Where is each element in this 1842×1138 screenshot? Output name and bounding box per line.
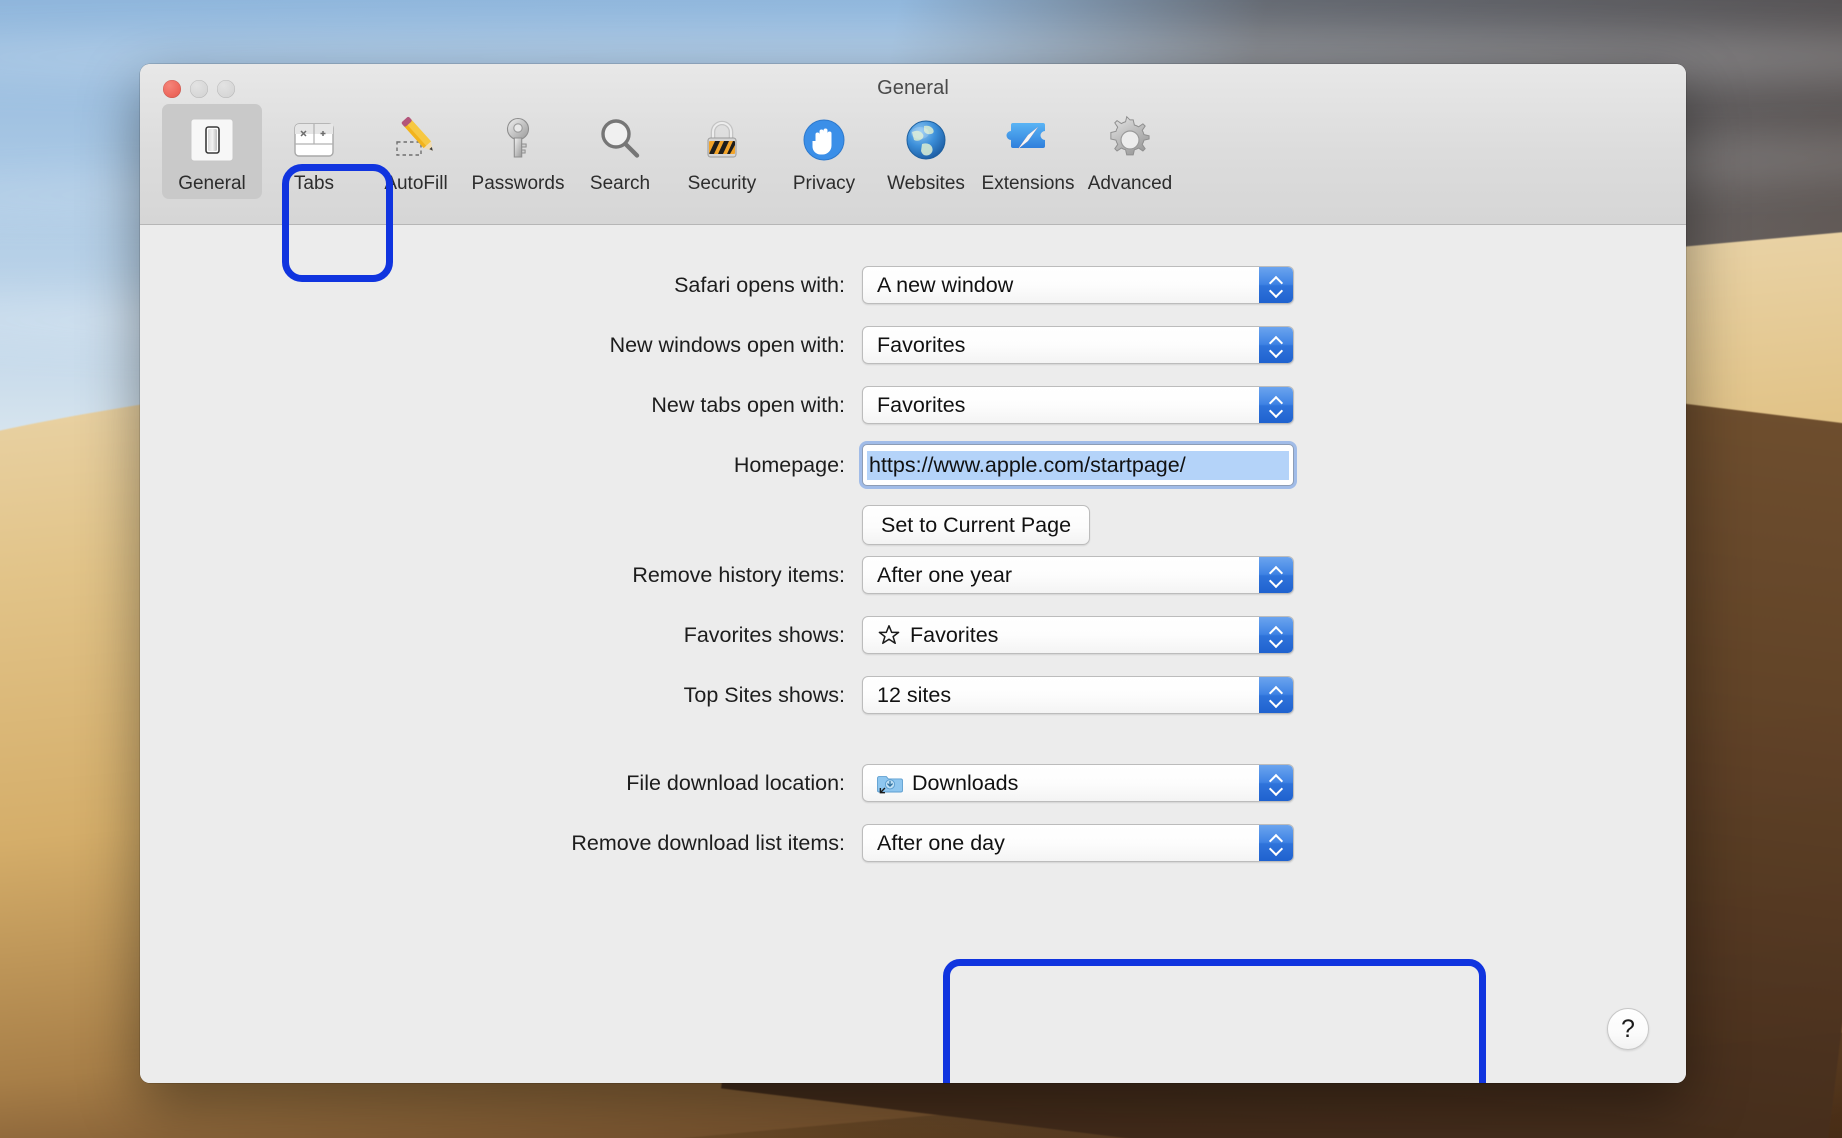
security-icon	[692, 111, 752, 169]
advanced-icon	[1100, 111, 1160, 169]
favorites-shows-popup[interactable]: Favorites	[862, 616, 1294, 654]
file-download-location-label: File download location:	[626, 770, 845, 795]
browsing-settings-group: Remove history items: After one year Fav…	[140, 555, 1686, 715]
new-tabs-open-with-label: New tabs open with:	[651, 392, 845, 417]
tab-privacy[interactable]: Privacy	[774, 104, 874, 199]
chevron-updown-icon[interactable]	[1259, 677, 1293, 713]
star-icon	[878, 625, 900, 645]
preferences-tab-bar: General Tabs AutoFill Passwords Search S…	[162, 104, 1180, 199]
tab-passwords[interactable]: Passwords	[468, 104, 568, 199]
tab-websites-label: Websites	[887, 173, 965, 194]
tab-passwords-label: Passwords	[471, 173, 565, 194]
homepage-value: https://www.apple.com/startpage/	[867, 450, 1289, 480]
autofill-icon	[386, 111, 446, 169]
safari-opens-with-popup[interactable]: A new window	[862, 266, 1294, 304]
chevron-updown-icon[interactable]	[1259, 327, 1293, 363]
file-download-location-value: Downloads	[912, 770, 1019, 795]
row-file-download-location: File download location: Downloads	[140, 763, 1686, 803]
remove-history-items-popup[interactable]: After one year	[862, 556, 1294, 594]
chevron-updown-icon[interactable]	[1259, 557, 1293, 593]
row-top-sites-shows: Top Sites shows: 12 sites	[140, 675, 1686, 715]
safari-opens-with-value: A new window	[877, 272, 1014, 297]
tab-autofill[interactable]: AutoFill	[366, 104, 466, 199]
tab-general-label: General	[178, 173, 246, 194]
favorites-shows-label: Favorites shows:	[683, 622, 845, 647]
row-remove-history-items: Remove history items: After one year	[140, 555, 1686, 595]
new-windows-open-with-value: Favorites	[877, 332, 966, 357]
general-icon	[182, 111, 242, 169]
window-title: General	[877, 77, 949, 99]
remove-history-items-value: After one year	[877, 562, 1013, 587]
privacy-icon	[794, 111, 854, 169]
tab-security-label: Security	[687, 173, 757, 194]
tabs-icon	[284, 111, 344, 169]
tab-tabs[interactable]: Tabs	[264, 104, 364, 199]
row-favorites-shows: Favorites shows: Favorites	[140, 615, 1686, 655]
safari-preferences-window: General General Tabs AutoFill Passwords …	[140, 64, 1686, 1083]
extensions-icon	[998, 111, 1058, 169]
startup-settings-group: Safari opens with: A new window New wind…	[140, 265, 1686, 545]
tab-search[interactable]: Search	[570, 104, 670, 199]
tab-general[interactable]: General	[162, 104, 262, 199]
set-to-current-page-button[interactable]: Set to Current Page	[862, 505, 1091, 545]
tab-extensions-label: Extensions	[981, 173, 1075, 194]
favorites-shows-value: Favorites	[910, 622, 999, 647]
row-set-current-page: Set to Current Page	[140, 505, 1686, 545]
general-preferences-pane: Safari opens with: A new window New wind…	[140, 225, 1686, 1083]
chevron-updown-icon[interactable]	[1259, 617, 1293, 653]
websites-icon	[896, 111, 956, 169]
row-new-tabs-open-with: New tabs open with: Favorites	[140, 385, 1686, 425]
remove-download-list-items-value: After one day	[877, 830, 1005, 855]
tab-autofill-label: AutoFill	[384, 173, 448, 194]
tab-privacy-label: Privacy	[792, 173, 856, 194]
row-remove-download-list-items: Remove download list items: After one da…	[140, 823, 1686, 863]
top-sites-shows-label: Top Sites shows:	[683, 682, 845, 707]
downloads-settings-group: File download location: Downloads Remove…	[140, 763, 1686, 863]
tab-security[interactable]: Security	[672, 104, 772, 199]
new-tabs-open-with-value: Favorites	[877, 392, 966, 417]
passwords-icon	[488, 111, 548, 169]
top-sites-shows-value: 12 sites	[877, 682, 952, 707]
row-homepage: Homepage: https://www.apple.com/startpag…	[140, 444, 1686, 486]
chevron-updown-icon[interactable]	[1259, 765, 1293, 801]
tab-websites[interactable]: Websites	[876, 104, 976, 199]
tab-extensions[interactable]: Extensions	[978, 104, 1078, 199]
new-windows-open-with-label: New windows open with:	[609, 332, 845, 357]
folder-icon	[877, 776, 903, 794]
remove-history-items-label: Remove history items:	[632, 562, 845, 587]
safari-opens-with-label: Safari opens with:	[674, 272, 845, 297]
file-download-location-popup[interactable]: Downloads	[862, 764, 1294, 802]
row-new-windows-open-with: New windows open with: Favorites	[140, 325, 1686, 365]
row-safari-opens-with: Safari opens with: A new window	[140, 265, 1686, 305]
remove-download-list-items-label: Remove download list items:	[571, 830, 845, 855]
chevron-updown-icon[interactable]	[1259, 267, 1293, 303]
new-windows-open-with-popup[interactable]: Favorites	[862, 326, 1294, 364]
tab-search-label: Search	[589, 173, 651, 194]
tab-advanced-label: Advanced	[1087, 173, 1173, 194]
tab-tabs-label: Tabs	[293, 173, 335, 194]
tab-advanced[interactable]: Advanced	[1080, 104, 1180, 199]
chevron-updown-icon[interactable]	[1259, 387, 1293, 423]
help-button[interactable]: ?	[1607, 1008, 1649, 1050]
homepage-input[interactable]: https://www.apple.com/startpage/	[862, 444, 1294, 486]
top-sites-shows-popup[interactable]: 12 sites	[862, 676, 1294, 714]
new-tabs-open-with-popup[interactable]: Favorites	[862, 386, 1294, 424]
remove-download-list-items-popup[interactable]: After one day	[862, 824, 1294, 862]
homepage-label: Homepage:	[733, 452, 845, 477]
preferences-toolbar: General General Tabs AutoFill Passwords …	[140, 64, 1686, 225]
search-icon	[590, 111, 650, 169]
chevron-updown-icon[interactable]	[1259, 825, 1293, 861]
